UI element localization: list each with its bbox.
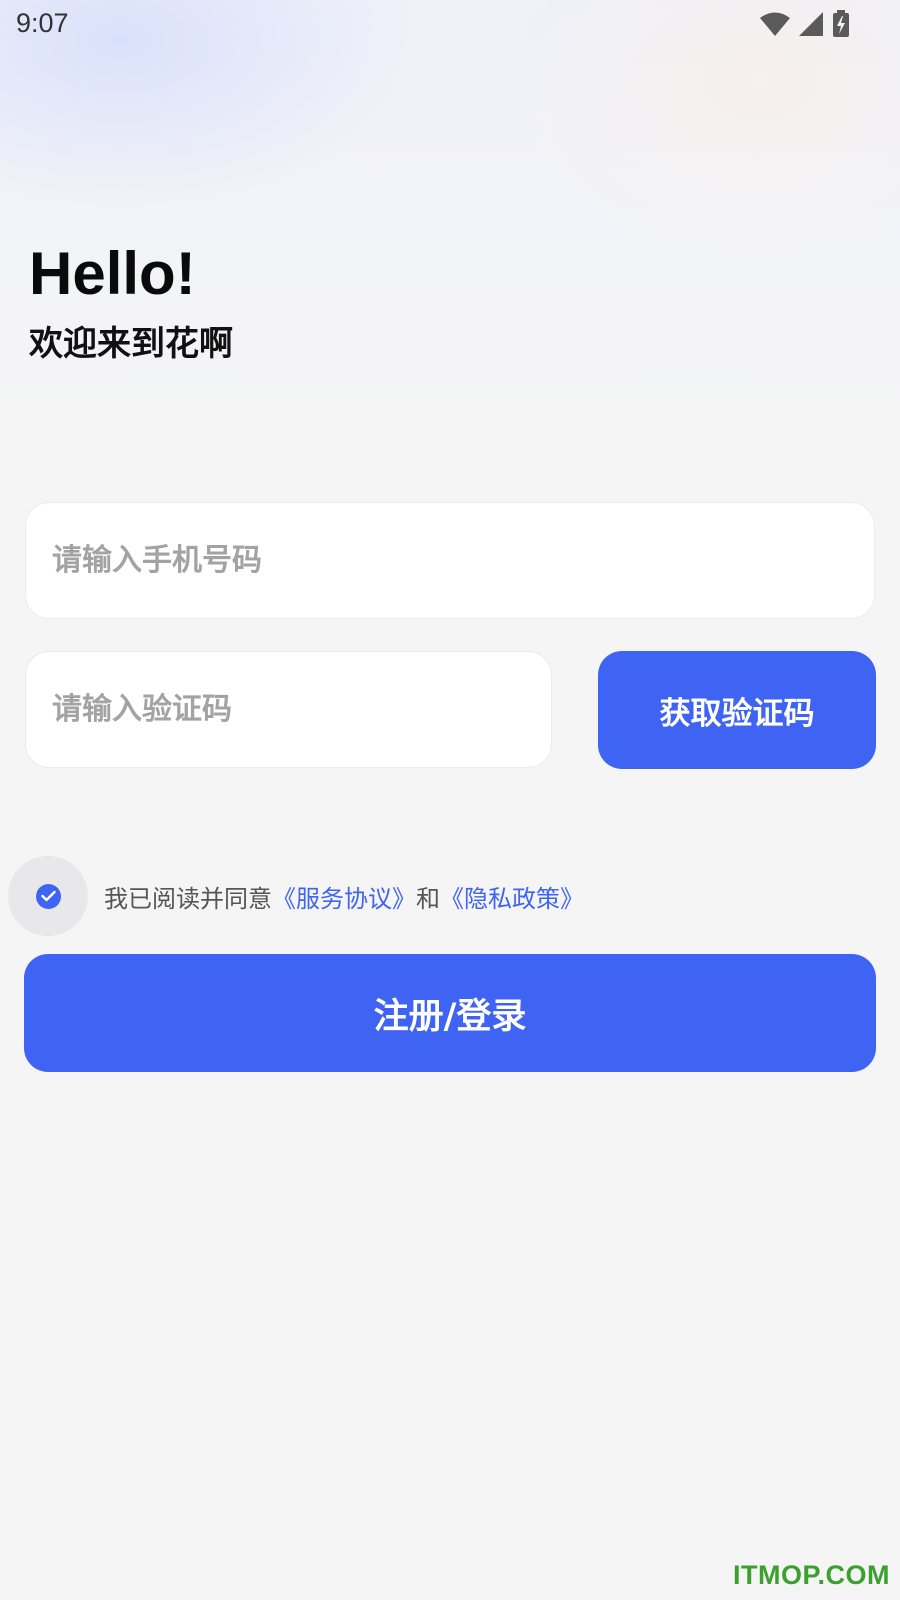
status-icons xyxy=(760,10,850,38)
phone-field xyxy=(25,502,875,619)
agreement-text: 我已阅读并同意《服务协议》和《隐私政策》 xyxy=(104,879,584,914)
cell-signal-icon xyxy=(798,11,824,37)
register-login-button[interactable]: 注册/登录 xyxy=(24,954,876,1072)
agreement-conjunction: 和 xyxy=(416,884,440,913)
agreement-prefix: 我已阅读并同意 xyxy=(104,884,272,913)
checkmark-icon xyxy=(35,883,61,909)
battery-charging-icon xyxy=(832,10,850,38)
phone-input[interactable] xyxy=(26,503,874,618)
service-agreement-link[interactable]: 《服务协议》 xyxy=(272,885,416,913)
greeting-title: Hello! xyxy=(29,240,196,307)
privacy-policy-link[interactable]: 《隐私政策》 xyxy=(440,885,584,913)
status-time: 9:07 xyxy=(16,8,69,38)
wifi-icon xyxy=(760,11,790,37)
agreement-row: 我已阅读并同意《服务协议》和《隐私政策》 xyxy=(8,856,584,936)
agreement-checkbox[interactable] xyxy=(8,856,88,936)
verification-code-input[interactable] xyxy=(26,652,551,767)
status-bar: 9:07 xyxy=(0,0,900,50)
code-field xyxy=(25,651,552,768)
watermark: ITMOP.COM xyxy=(732,1560,890,1590)
welcome-subtitle: 欢迎来到花啊 xyxy=(29,324,233,364)
get-code-button[interactable]: 获取验证码 xyxy=(598,651,876,769)
